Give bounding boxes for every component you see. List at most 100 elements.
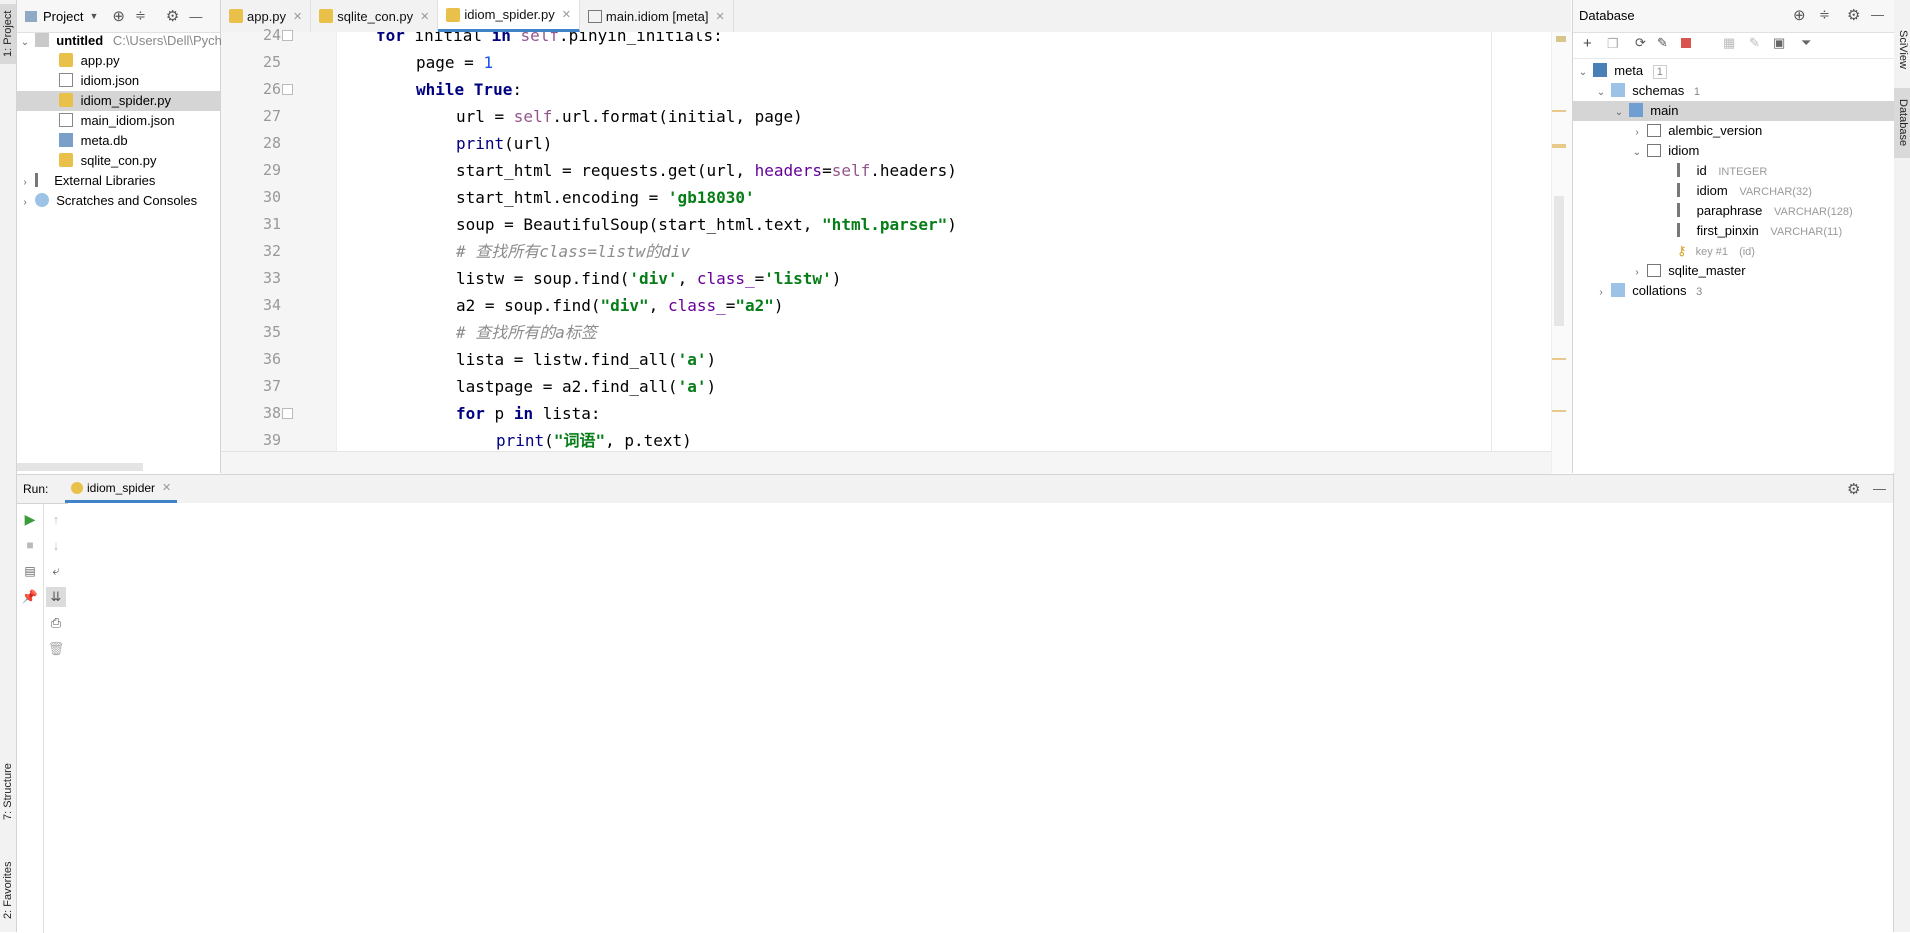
file-row-app[interactable]: app.py — [17, 51, 120, 71]
db-column-idiom[interactable]: idiom VARCHAR(32) — [1573, 181, 1812, 201]
soft-wrap-icon[interactable]: ⤶ — [46, 561, 66, 581]
refresh-icon[interactable]: ⟳ — [1635, 35, 1646, 51]
external-libraries-row[interactable]: › External Libraries — [17, 171, 155, 191]
db-node-collations[interactable]: › collations 3 — [1573, 281, 1702, 301]
edit-icon[interactable]: ✎ — [1749, 35, 1760, 51]
hide-icon[interactable]: — — [1871, 7, 1884, 22]
chevron-right-icon[interactable]: › — [1631, 263, 1643, 283]
table-view-icon[interactable]: ▦ — [1723, 35, 1735, 51]
db-node-meta[interactable]: ⌄ meta 1 — [1573, 61, 1667, 81]
db-node-idiom[interactable]: ⌄ idiom — [1573, 141, 1700, 163]
chevron-down-icon[interactable]: ⌄ — [19, 33, 31, 53]
chevron-right-icon[interactable]: › — [1631, 123, 1643, 143]
chevron-down-icon[interactable]: ⌄ — [1613, 103, 1625, 123]
primary-key-column-icon — [1677, 163, 1689, 177]
fold-marker-icon[interactable] — [282, 408, 293, 419]
db-column-id[interactable]: id INTEGER — [1573, 161, 1767, 181]
structure-tool-tab[interactable]: 7: Structure — [0, 752, 16, 832]
project-tool-tab[interactable]: 1: Project — [0, 4, 16, 64]
chevron-down-icon[interactable]: ▼ — [89, 11, 98, 21]
collapse-all-icon[interactable]: ≑ — [1819, 7, 1830, 23]
stop-icon[interactable] — [1681, 38, 1691, 48]
chevron-right-icon[interactable]: › — [19, 173, 31, 193]
filter-icon[interactable]: ⏷ — [1801, 35, 1811, 51]
fold-marker-icon[interactable] — [282, 84, 293, 95]
db-node-schemas[interactable]: ⌄ schemas 1 — [1573, 81, 1700, 101]
chevron-right-icon[interactable]: › — [19, 193, 31, 213]
chevron-right-icon[interactable]: › — [1595, 283, 1607, 303]
arrow-up-icon[interactable]: ↑ — [46, 509, 66, 529]
chevron-down-icon[interactable]: ⌄ — [1577, 63, 1589, 83]
hide-icon[interactable]: — — [1873, 481, 1886, 496]
code-line-30: start_html.encoding = 'gb18030' — [456, 188, 755, 207]
run-label: Run: — [23, 482, 49, 496]
close-icon[interactable]: ✕ — [293, 10, 302, 23]
project-hscrollbar[interactable] — [17, 463, 143, 471]
close-icon[interactable]: ✕ — [716, 10, 725, 23]
file-row-idiom-json[interactable]: idiom.json — [17, 71, 139, 91]
add-icon[interactable]: + — [1583, 35, 1592, 52]
console-icon[interactable]: ▣ — [1773, 35, 1785, 51]
db-node-label: collations — [1632, 283, 1687, 298]
file-row-meta-db[interactable]: meta.db — [17, 131, 128, 151]
project-view-selector[interactable]: Project — [43, 9, 83, 24]
tab-sqlite-con-py[interactable]: sqlite_con.py ✕ — [311, 0, 439, 32]
line-number: 27 — [262, 107, 281, 125]
tab-run-config[interactable]: idiom_spider ✕ — [65, 475, 178, 503]
warning-marker[interactable] — [1556, 36, 1566, 42]
column-name: idiom — [1696, 183, 1728, 198]
copy-icon[interactable]: ❐ — [1607, 36, 1619, 52]
key-name: key #1 — [1695, 246, 1729, 258]
database-tool-tab[interactable]: Database — [1894, 88, 1910, 158]
db-node-main[interactable]: ⌄ main — [1573, 101, 1894, 121]
line-number: 28 — [262, 134, 281, 152]
editor-vscrollbar[interactable] — [1551, 32, 1572, 473]
arrow-down-icon[interactable]: ↓ — [46, 535, 66, 555]
db-node-sqlite-master[interactable]: › sqlite_master — [1573, 261, 1745, 283]
rerun-icon[interactable]: ▶ — [20, 509, 40, 529]
close-icon[interactable]: ✕ — [420, 10, 429, 23]
db-column-paraphrase[interactable]: paraphrase VARCHAR(128) — [1573, 201, 1853, 221]
fold-marker-icon[interactable] — [282, 30, 293, 41]
file-row-idiom-spider[interactable]: idiom_spider.py — [17, 91, 220, 111]
project-root-row[interactable]: ⌄ untitled C:\Users\Dell\Pych — [17, 31, 222, 51]
favorites-tool-tab[interactable]: 2: Favorites — [0, 848, 16, 932]
edit-properties-icon[interactable]: ✎ — [1657, 35, 1668, 51]
db-node-label: schemas — [1632, 83, 1685, 98]
trash-icon[interactable]: 🗑 — [46, 639, 66, 659]
run-console-output[interactable] — [68, 503, 1893, 933]
python-file-icon — [59, 153, 73, 167]
gear-icon[interactable]: ⚙ — [1847, 6, 1860, 24]
gear-icon[interactable]: ⚙ — [1847, 480, 1860, 498]
datasource-icon — [1592, 63, 1607, 77]
editor-hscrollbar[interactable] — [221, 451, 1551, 474]
layout-icon[interactable]: ▤ — [20, 561, 40, 581]
close-icon[interactable]: ✕ — [162, 481, 171, 494]
close-icon[interactable]: ✕ — [562, 8, 571, 21]
file-row-main-idiom-json[interactable]: main_idiom.json — [17, 111, 175, 131]
scroll-to-end-icon[interactable]: ⇊ — [46, 587, 66, 607]
chevron-down-icon[interactable]: ⌄ — [1631, 143, 1643, 163]
chevron-down-icon[interactable]: ⌄ — [1595, 83, 1607, 103]
db-key[interactable]: ⚷ key #1 (id) — [1573, 241, 1755, 261]
gear-icon[interactable]: ⚙ — [166, 7, 179, 25]
print-icon[interactable]: ⎙ — [46, 613, 66, 633]
sciview-tool-tab[interactable]: SciView — [1894, 24, 1910, 74]
stop-icon[interactable]: ■ — [20, 535, 40, 555]
code-area[interactable]: for initial in self.pinyin_initials: pag… — [336, 32, 1551, 451]
db-column-first-pinxin[interactable]: first_pinxin VARCHAR(11) — [1573, 221, 1842, 241]
locate-icon[interactable]: ⊕ — [1793, 6, 1806, 24]
collapse-all-icon[interactable]: ≑ — [135, 8, 146, 24]
hide-icon[interactable]: — — [189, 9, 202, 24]
locate-icon[interactable]: ⊕ — [112, 7, 125, 25]
scrollbar-thumb[interactable] — [1554, 196, 1564, 326]
db-node-alembic-version[interactable]: › alembic_version — [1573, 121, 1762, 141]
file-row-sqlite-con[interactable]: sqlite_con.py — [17, 151, 157, 171]
scratches-row[interactable]: › Scratches and Consoles — [17, 191, 197, 211]
tab-main-idiom-meta[interactable]: main.idiom [meta] ✕ — [580, 0, 734, 32]
marker — [1552, 358, 1566, 360]
pin-icon[interactable]: 📌 — [20, 587, 40, 607]
tab-label: main.idiom [meta] — [605, 8, 709, 24]
line-number: 35 — [262, 323, 281, 341]
tab-idiom-spider-py[interactable]: idiom_spider.py ✕ — [438, 0, 580, 32]
